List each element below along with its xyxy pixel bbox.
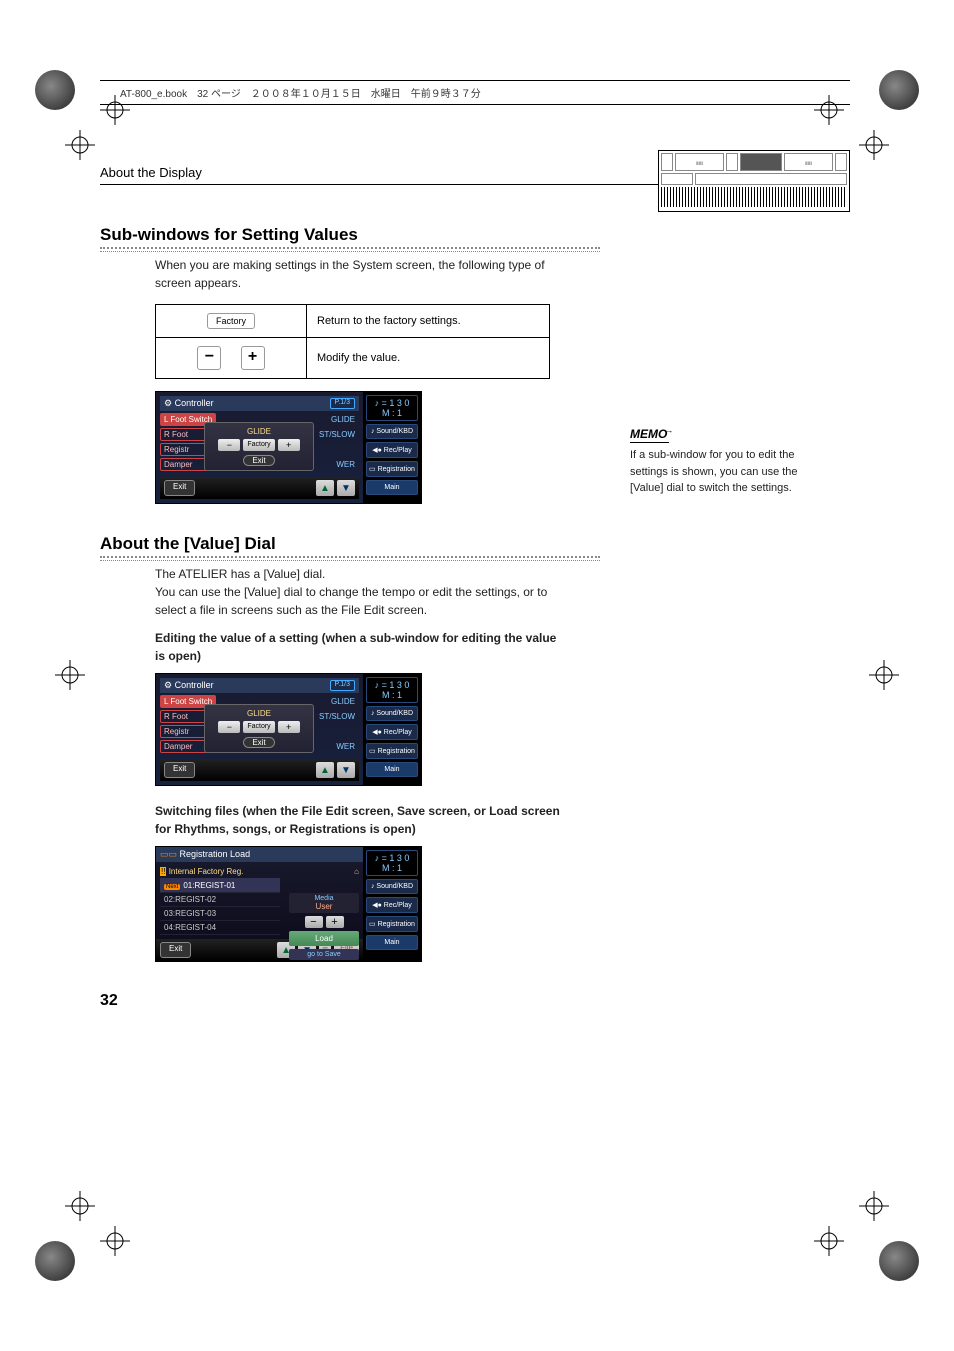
rec-play-button[interactable]: ◀● Rec/Play [366,442,418,458]
go-to-save-button[interactable]: go to Save [289,949,359,960]
page-number: 32 [100,992,600,1010]
main-button[interactable]: Main [366,480,418,495]
param-registr: Registr [160,443,210,456]
tempo-display: ♪ = 1 3 0 M : 1 [366,677,418,703]
print-mark-sphere [35,1241,75,1281]
rec-play-button[interactable]: ◀● Rec/Play [366,897,418,913]
param-damper: Damper [160,740,210,753]
minus-button-icon: − [197,346,221,370]
heading-subwindows: Sub-windows for Setting Values [100,225,600,252]
sound-kbd-button[interactable]: ♪ Sound/KBD [366,424,418,439]
down-arrow-button[interactable]: ▼ [337,480,355,496]
print-mark-sphere [35,70,75,110]
value-dial-intro1: The ATELIER has a [Value] dial. [155,565,565,583]
crop-mark-icon [65,1191,95,1221]
list-item[interactable]: 04:REGIST-04 [160,921,280,935]
memo-text: If a sub-window for you to edit the sett… [630,447,800,497]
table-desc: Modify the value. [307,338,550,379]
crop-mark-icon [55,660,85,690]
list-item[interactable]: Next01:REGIST-01 [160,879,280,893]
crop-mark-icon [859,1191,889,1221]
crop-mark-icon [65,130,95,160]
popup-exit-button[interactable]: Exit [243,737,274,748]
up-arrow-button[interactable]: ▲ [316,480,334,496]
value-dial-intro2: You can use the [Value] dial to change t… [155,583,565,619]
popup-factory-button[interactable]: Factory [243,721,274,733]
breadcrumb: Internal Factory Reg. [169,867,244,876]
param-registr: Registr [160,725,210,738]
popup-title: GLIDE [209,709,309,718]
minus-button[interactable]: − [305,916,323,928]
crop-mark-icon [859,130,889,160]
settings-table: Factory Return to the factory settings. … [155,304,550,379]
screen-title: Controller [175,398,214,408]
list-item[interactable]: 02:REGIST-02 [160,893,280,907]
param-damper: Damper [160,458,210,471]
popup-plus-button[interactable]: + [278,439,300,451]
section-title: About the Display [100,165,202,180]
page-badge: P.1/3 [330,398,355,409]
crop-mark-icon [869,660,899,690]
caption-switching: Switching files (when the File Edit scre… [155,802,565,838]
popup-factory-button[interactable]: Factory [243,439,274,451]
table-row: Factory Return to the factory settings. [156,305,550,338]
sound-kbd-button[interactable]: ♪ Sound/KBD [366,706,418,721]
exit-button[interactable]: Exit [164,480,195,496]
screen-title: Controller [175,680,214,690]
registration-button[interactable]: ▭ Registration [366,916,418,932]
load-button[interactable]: Load [289,931,359,946]
down-arrow-button[interactable]: ▼ [337,762,355,778]
memo-label: MEMO [630,427,669,443]
exit-button[interactable]: Exit [160,942,191,958]
panel-layout-diagram: |||||| |||||| [658,150,850,212]
crop-mark-icon [814,1226,844,1256]
rec-play-button[interactable]: ◀● Rec/Play [366,724,418,740]
param-rfoot: R Foot [160,710,210,723]
list-item[interactable]: 03:REGIST-03 [160,907,280,921]
popup-minus-button[interactable]: − [218,721,240,733]
crop-mark-icon [100,1226,130,1256]
page-badge: P.1/3 [330,680,355,691]
param-rfoot: R Foot [160,428,210,441]
tempo-display: ♪ = 1 3 0 M : 1 [366,850,418,876]
device-screenshot-registration-load: ▭▭ Registration Load !! Internal Factory… [155,846,422,962]
caption-editing: Editing the value of a setting (when a s… [155,629,565,665]
print-mark-sphere [879,70,919,110]
device-screenshot-controller-factory: ⚙ Controller P.1/3 L Foot SwitchGLIDE R … [155,391,422,504]
plus-button[interactable]: + [326,916,344,928]
heading-value-dial: About the [Value] Dial [100,534,600,561]
print-mark-sphere [879,1241,919,1281]
registration-button[interactable]: ▭ Registration [366,461,418,477]
main-button[interactable]: Main [366,762,418,777]
table-row: − + Modify the value. [156,338,550,379]
table-desc: Return to the factory settings. [307,305,550,338]
tempo-display: ♪ = 1 3 0 M : 1 [366,395,418,421]
popup-minus-button[interactable]: − [218,439,240,451]
main-button[interactable]: Main [366,935,418,950]
plus-button-icon: + [241,346,265,370]
subwindows-intro: When you are making settings in the Syst… [155,256,565,292]
screen-title: Registration Load [180,849,251,859]
media-selector[interactable]: MediaUser [289,893,359,913]
factory-button-icon: Factory [207,313,255,329]
popup-exit-button[interactable]: Exit [243,455,274,466]
book-header: AT-800_e.book 32 ページ ２００８年１０月１５日 水曜日 午前９… [100,80,850,105]
exit-button[interactable]: Exit [164,762,195,778]
popup-title: GLIDE [209,427,309,436]
popup-plus-button[interactable]: + [278,721,300,733]
up-arrow-button[interactable]: ▲ [316,762,334,778]
device-screenshot-controller-plain: ⚙ Controller P.1/3 L Foot SwitchGLIDE R … [155,673,422,786]
registration-button[interactable]: ▭ Registration [366,743,418,759]
sound-kbd-button[interactable]: ♪ Sound/KBD [366,879,418,894]
